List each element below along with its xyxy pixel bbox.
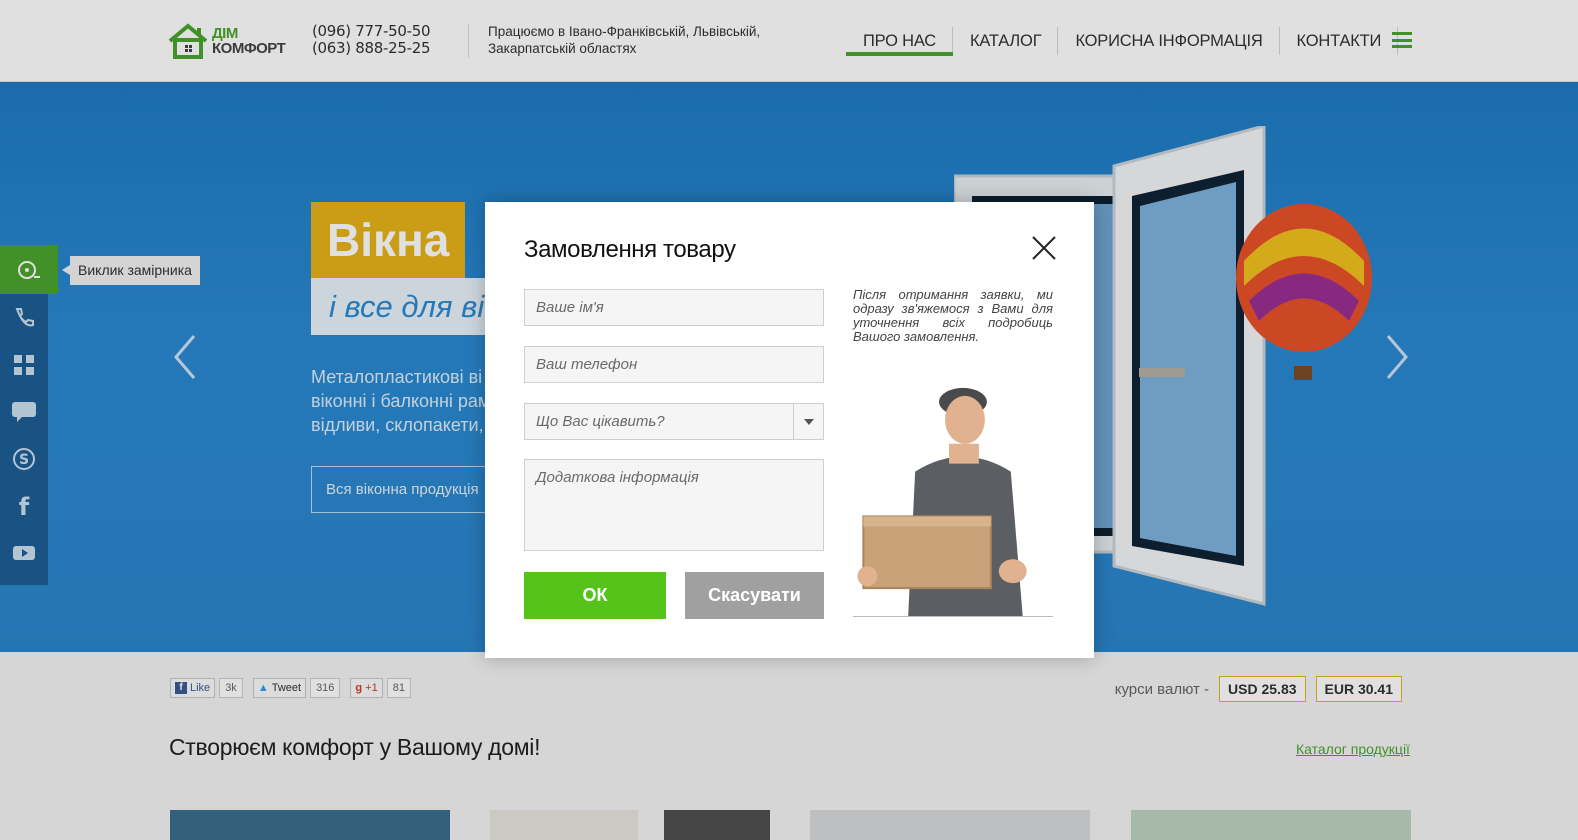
interest-select[interactable]: Що Вас цікавить? [524, 403, 824, 440]
modal-note: Після отримання заявки, ми одразу зв'яже… [853, 287, 1053, 344]
cancel-button[interactable]: Скасувати [685, 572, 824, 619]
extra-info-field[interactable] [524, 459, 824, 551]
chevron-down-icon[interactable] [793, 404, 823, 439]
modal-title: Замовлення товару [524, 236, 736, 263]
order-modal: Замовлення товару Що Вас цікавить? ОК Ск… [485, 202, 1094, 658]
courier-image [853, 387, 1053, 617]
close-icon[interactable] [1031, 235, 1057, 261]
name-field[interactable] [524, 289, 824, 326]
interest-select-value: Що Вас цікавить? [536, 413, 665, 430]
phone-field[interactable] [524, 346, 824, 383]
ok-button[interactable]: ОК [524, 572, 666, 619]
